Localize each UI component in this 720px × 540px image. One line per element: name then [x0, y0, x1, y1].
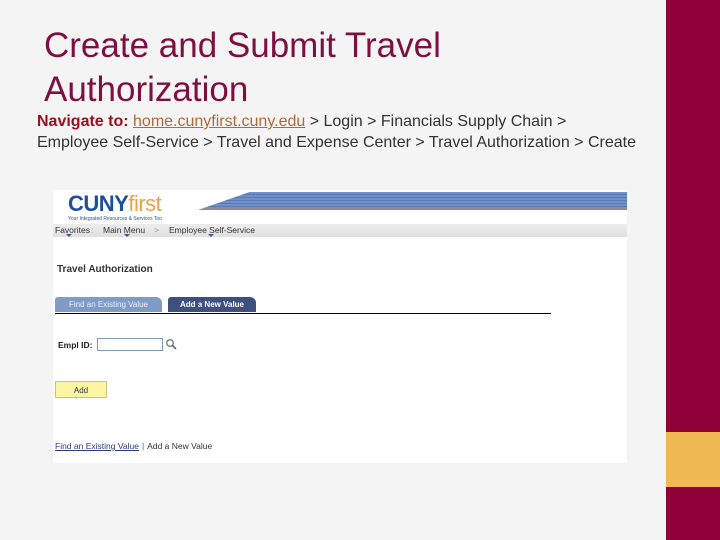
link-separator: |: [141, 441, 145, 451]
navigation-instructions: Navigate to: home.cunyfirst.cuny.edu > L…: [37, 112, 637, 153]
menu-separator: :: [91, 225, 94, 235]
embedded-screenshot: CUNYfirst Your Integrated Resources & Se…: [53, 190, 627, 463]
bottom-links: Find an Existing Value | Add a New Value: [55, 441, 212, 451]
cunyfirst-link[interactable]: home.cunyfirst.cuny.edu: [133, 113, 305, 130]
add-button[interactable]: Add: [55, 381, 107, 398]
cunyfirst-logo: CUNYfirst Your Integrated Resources & Se…: [68, 191, 162, 223]
logo-brand-light: first: [128, 191, 162, 216]
slide-title: Create and Submit Travel Authorization: [44, 26, 441, 109]
side-accent-gold: [666, 432, 720, 487]
chevron-down-icon: [66, 234, 72, 237]
chevron-down-icon: [124, 234, 130, 237]
logo-brand-bold: CUNY: [68, 191, 129, 216]
menu-bar: Favorites : Main Menu > Employee Self-Se…: [53, 224, 627, 237]
find-existing-value-link[interactable]: Find an Existing Value: [55, 441, 139, 451]
empl-id-label: Empl ID:: [58, 340, 93, 350]
tab-bar: Find an Existing Value Add a New Value: [55, 297, 551, 314]
logo-tagline: Your Integrated Resources & Services Too: [68, 216, 162, 222]
empl-id-input[interactable]: [97, 338, 163, 351]
tab-add-new-value[interactable]: Add a New Value: [168, 297, 256, 312]
magnifier-icon[interactable]: [165, 338, 177, 350]
navigate-label: Navigate to:: [37, 113, 129, 130]
app-header: CUNYfirst Your Integrated Resources & Se…: [53, 190, 627, 224]
chevron-down-icon: [208, 234, 214, 237]
menu-favorites[interactable]: Favorites: [55, 224, 90, 237]
tab-find-existing-value[interactable]: Find an Existing Value: [55, 297, 162, 312]
menu-separator: >: [154, 225, 159, 235]
add-new-value-link[interactable]: Add a New Value: [147, 441, 212, 451]
header-stripe-decoration: [198, 192, 627, 210]
page-title: Travel Authorization: [57, 264, 153, 275]
